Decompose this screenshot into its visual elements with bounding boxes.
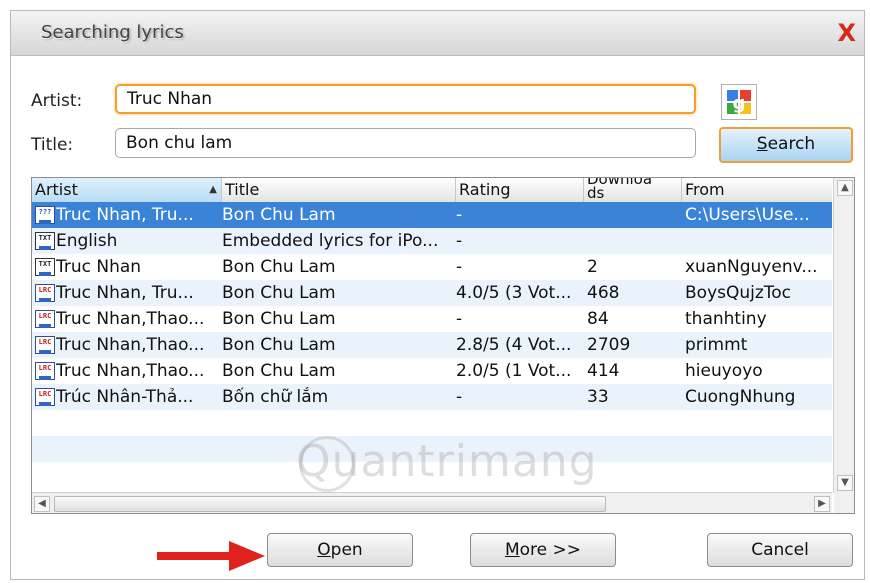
cell-rating: -: [456, 231, 463, 251]
lrc-file-icon: LRC: [35, 336, 55, 354]
cell-rating: 4.0/5 (3 Vot...: [456, 283, 572, 303]
scroll-down-icon[interactable]: ▼: [837, 475, 853, 491]
cell-downloads: 2709: [587, 335, 631, 355]
more-mnemonic: M: [504, 540, 520, 560]
horizontal-scroll-thumb[interactable]: [54, 496, 606, 512]
cell-from: xuanNguyenv...: [685, 257, 818, 277]
cell-downloads: 84: [587, 309, 609, 329]
more-label-rest: ore >>: [519, 540, 582, 560]
cell-downloads: 33: [587, 387, 609, 407]
cell-title: Bon Chu Lam: [222, 309, 336, 329]
cell-artist: Truc Nhan,Thao...: [56, 335, 205, 355]
column-artist-label: Artist: [35, 180, 78, 199]
title-bar: Searching lyrics X: [11, 11, 864, 56]
cell-from: primmt: [685, 335, 748, 355]
lrc-file-icon: LRC: [35, 388, 55, 406]
lyrics-search-dialog: Searching lyrics X Artist: Truc Nhan g T…: [10, 10, 865, 580]
table-row[interactable]: LRC Truc Nhan,Thao... Bon Chu Lam - 84 thanht…: [32, 306, 832, 332]
cell-artist: Truc Nhan, Tru...: [56, 205, 194, 225]
list-header: Artist ▲ Title Rating Downloa ds From: [32, 178, 832, 203]
cell-downloads: 2: [587, 257, 598, 277]
open-button[interactable]: Open: [267, 533, 413, 567]
scroll-right-icon[interactable]: ▶: [814, 496, 830, 512]
column-header-title[interactable]: Title: [222, 178, 456, 202]
cell-rating: 2.8/5 (4 Vot...: [456, 335, 572, 355]
google-search-icon[interactable]: g: [721, 84, 757, 120]
cell-title: Bon Chu Lam: [222, 205, 336, 225]
column-header-artist[interactable]: Artist ▲: [32, 178, 222, 202]
table-row[interactable]: ??? Truc Nhan, Tru... Bon Chu Lam - C:\Users…: [32, 202, 832, 228]
cell-title: Bon Chu Lam: [222, 361, 336, 381]
search-mnemonic: S: [756, 134, 768, 154]
cell-from: [685, 228, 830, 254]
cell-title: Bon Chu Lam: [222, 257, 336, 277]
lrc-file-icon: LRC: [35, 362, 55, 380]
cancel-button[interactable]: Cancel: [707, 533, 853, 567]
open-mnemonic: O: [317, 540, 331, 560]
cell-title: Embedded lyrics for iPo...: [222, 231, 439, 251]
table-row[interactable]: TXT English Embedded lyrics for iPo... -: [32, 228, 832, 254]
cell-rating: -: [456, 205, 463, 225]
cell-artist: Truc Nhan, Tru...: [56, 283, 194, 303]
cell-from: thanhtiny: [685, 309, 767, 329]
column-header-rating[interactable]: Rating: [456, 178, 584, 202]
cell-artist: English: [56, 231, 118, 251]
open-label-rest: pen: [330, 540, 363, 560]
title-input[interactable]: Bon chu lam: [115, 128, 696, 158]
svg-text:g: g: [733, 93, 746, 114]
red-arrow-icon: [157, 541, 265, 571]
lrc-file-icon: LRC: [35, 310, 55, 328]
scroll-up-icon[interactable]: ▲: [837, 180, 853, 196]
title-label: Title:: [31, 135, 74, 155]
empty-row: [32, 410, 832, 436]
cell-artist: Trúc Nhân-Thả...: [56, 387, 194, 407]
cell-rating: 2.0/5 (1 Vot...: [456, 361, 572, 381]
scroll-left-icon[interactable]: ◀: [34, 496, 50, 512]
horizontal-scrollbar[interactable]: ◀ ▶: [32, 492, 832, 513]
cell-title: Bốn chữ lắm: [222, 387, 329, 407]
table-row[interactable]: LRC Trúc Nhân-Thả... Bốn chữ lắm - 33 CuongNh…: [32, 384, 832, 410]
cell-rating: -: [456, 257, 463, 277]
cell-from: CuongNhung: [685, 387, 796, 407]
window-title: Searching lyrics: [41, 22, 184, 43]
table-row[interactable]: TXT Truc Nhan Bon Chu Lam - 2 xuanNguyenv...: [32, 254, 832, 280]
cell-downloads: 468: [587, 283, 620, 303]
column-header-from[interactable]: From: [682, 178, 832, 202]
cell-artist: Truc Nhan,Thao...: [56, 361, 205, 381]
vertical-scrollbar[interactable]: ▲ ▼: [833, 178, 854, 493]
cell-rating: -: [456, 387, 463, 407]
lrc-file-icon: LRC: [35, 284, 55, 302]
artist-input[interactable]: Truc Nhan: [115, 84, 696, 114]
artist-label: Artist:: [31, 91, 83, 111]
cell-title: Bon Chu Lam: [222, 335, 336, 355]
cell-downloads: [587, 228, 682, 254]
watermark-text: Quantrimang: [296, 436, 598, 487]
table-row[interactable]: LRC Truc Nhan,Thao... Bon Chu Lam 2.8/5 (4 …: [32, 332, 832, 358]
txt-file-icon: TXT: [35, 258, 55, 276]
sort-ascending-icon: ▲: [209, 184, 217, 195]
search-label-rest: earch: [767, 134, 816, 154]
unknown-file-icon: ???: [35, 206, 55, 224]
cell-downloads: 414: [587, 361, 620, 381]
search-button[interactable]: Search: [719, 127, 853, 163]
scrollbar-corner: [834, 493, 854, 513]
txt-file-icon: TXT: [35, 232, 55, 250]
cell-from: hieuyoyo: [685, 361, 763, 381]
cell-artist: Truc Nhan: [56, 257, 142, 277]
table-row[interactable]: LRC Truc Nhan, Tru... Bon Chu Lam 4.0/5 (3 …: [32, 280, 832, 306]
column-header-downloads[interactable]: Downloa ds: [584, 178, 682, 202]
table-row[interactable]: LRC Truc Nhan,Thao... Bon Chu Lam 2.0/5 (1 …: [32, 358, 832, 384]
cell-from: C:\Users\Use...: [685, 205, 810, 225]
cell-downloads: [587, 202, 682, 228]
cell-from: BoysQujzToc: [685, 283, 792, 303]
cell-artist: Truc Nhan,Thao...: [56, 309, 205, 329]
cell-rating: -: [456, 309, 463, 329]
more-button[interactable]: More >>: [470, 533, 616, 567]
cell-title: Bon Chu Lam: [222, 283, 336, 303]
close-icon[interactable]: X: [837, 19, 856, 47]
